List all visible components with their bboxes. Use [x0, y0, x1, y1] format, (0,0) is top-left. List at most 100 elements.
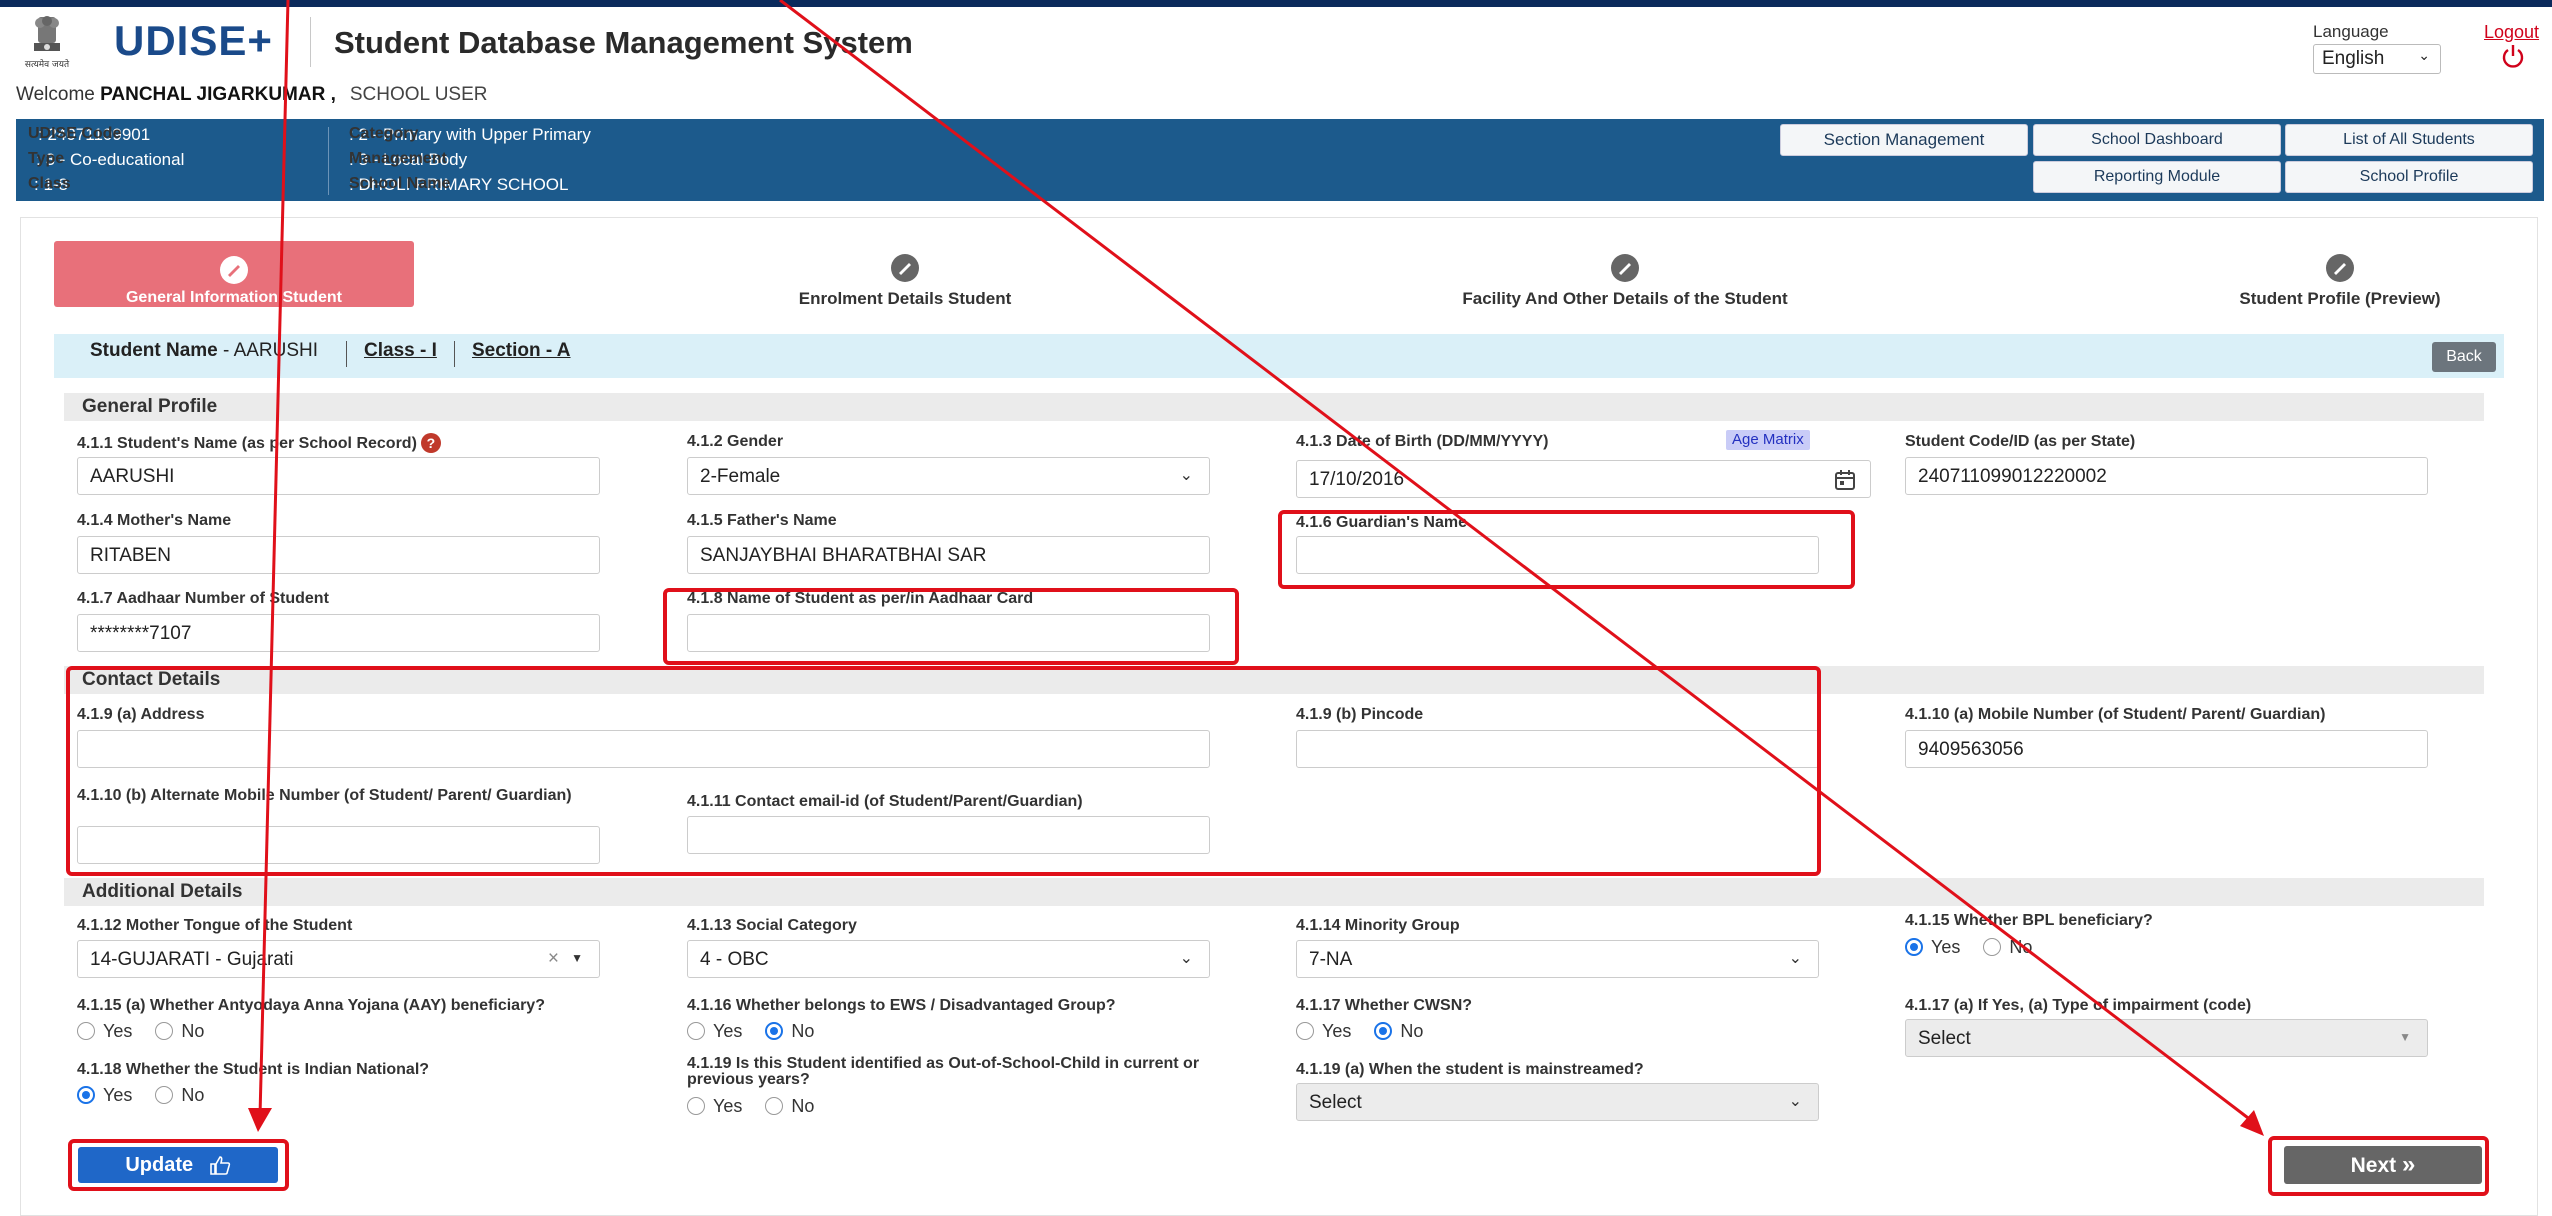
father-name-field[interactable]: SANJAYBHAI BHARATBHAI SAR: [687, 536, 1210, 574]
udise-code-row: UDISE Code : 24071109901: [28, 125, 151, 144]
language-select[interactable]: English ⌄: [2313, 44, 2441, 74]
student-name-summary: Student Name - AARUSHI: [90, 340, 319, 361]
annotation-box-update: [68, 1139, 289, 1191]
reporting-module-button[interactable]: Reporting Module: [2033, 161, 2281, 193]
management-row: Management: 3 - Local Body: [349, 150, 468, 169]
type-row: Type : 3 - Co-educational: [28, 150, 185, 169]
age-matrix-badge[interactable]: Age Matrix: [1726, 430, 1810, 450]
app-title: Student Database Management System: [334, 25, 913, 60]
udise-logo: UDISE+: [114, 17, 273, 64]
help-icon[interactable]: ?: [420, 433, 441, 453]
impairment-select[interactable]: Select ▼: [1905, 1019, 2428, 1057]
student-name-field[interactable]: AARUSHI: [77, 457, 600, 495]
back-button[interactable]: Back: [2432, 342, 2496, 372]
section-management-button[interactable]: Section Management: [1780, 124, 2028, 156]
indian-national-radio-group: Yes No: [77, 1085, 222, 1106]
cwsn-no-radio[interactable]: No: [1374, 1021, 1423, 1042]
cwsn-yes-radio[interactable]: Yes: [1296, 1021, 1351, 1042]
annotation-box-guardian: [1278, 510, 1855, 589]
radio-icon: [765, 1097, 784, 1115]
clear-icon[interactable]: ×: [548, 948, 559, 970]
top-strip: [0, 0, 2552, 7]
section-link[interactable]: Section - A: [472, 340, 571, 362]
dob-label: 4.1.3 Date of Birth (DD/MM/YYYY): [1296, 433, 1549, 450]
radio-icon: [687, 1097, 705, 1115]
bpl-yes-radio[interactable]: Yes: [1905, 937, 1960, 958]
mother-tongue-label: 4.1.12 Mother Tongue of the Student: [77, 917, 353, 934]
step-facility-details[interactable]: Facility And Other Details of the Studen…: [1440, 253, 1810, 309]
mother-name-field[interactable]: RITABEN: [77, 536, 600, 574]
category-row: Category: 2 - Primary with Upper Primary: [349, 125, 591, 144]
radio-icon: [1296, 1022, 1314, 1040]
class-link[interactable]: Class - I: [364, 340, 437, 362]
gender-select[interactable]: 2-Female ⌄: [687, 457, 1210, 495]
additional-details-header: Additional Details: [64, 878, 2484, 906]
aay-radio-group: Yes No: [77, 1021, 222, 1042]
app-header: सत्यमेव जयते UDISE+ Student Database Man…: [0, 7, 2552, 75]
step-general-information[interactable]: General Information Student: [54, 241, 414, 307]
student-name-label: 4.1.1 Student's Name (as per School Reco…: [77, 433, 441, 453]
welcome-line: Welcome PANCHAL JIGARKUMAR , SCHOOL USER: [16, 84, 488, 105]
chevron-down-icon: ⌄: [1788, 1093, 1802, 1110]
bpl-label: 4.1.15 Whether BPL beneficiary?: [1905, 912, 2153, 929]
chevron-down-icon: ⌄: [2418, 47, 2430, 63]
chevron-down-icon: ⌄: [1179, 950, 1193, 967]
edit-icon: [891, 254, 919, 282]
oosc-label: 4.1.19 Is this Student identified as Out…: [687, 1055, 1200, 1088]
indian-national-label: 4.1.18 Whether the Student is Indian Nat…: [77, 1061, 430, 1078]
school-name-row: School Name: DHOLI PRIMARY SCHOOL: [349, 175, 569, 194]
mobile-field[interactable]: 9409563056: [1905, 730, 2428, 768]
divider: [346, 341, 347, 367]
dob-field[interactable]: 17/10/2016: [1296, 460, 1871, 498]
radio-icon: [155, 1022, 174, 1040]
general-profile-header: General Profile: [64, 393, 2484, 421]
aadhaar-number-field[interactable]: ********7107: [77, 614, 600, 652]
cwsn-label: 4.1.17 Whether CWSN?: [1296, 997, 1473, 1014]
step-enrolment-details[interactable]: Enrolment Details Student: [780, 253, 1030, 309]
mother-tongue-select[interactable]: 14-GUJARATI - Gujarati × ▼: [77, 940, 600, 978]
indian-national-no-radio[interactable]: No: [155, 1085, 204, 1106]
ews-no-radio[interactable]: No: [765, 1021, 814, 1042]
caret-down-icon: ▼: [2399, 1030, 2411, 1044]
oosc-no-radio[interactable]: No: [765, 1096, 814, 1117]
aadhaar-number-label: 4.1.7 Aadhaar Number of Student: [77, 590, 329, 607]
father-name-label: 4.1.5 Father's Name: [687, 512, 837, 529]
power-icon[interactable]: [2500, 43, 2526, 69]
logout-link[interactable]: Logout: [2484, 22, 2539, 43]
mother-name-label: 4.1.4 Mother's Name: [77, 512, 232, 529]
national-emblem-icon: सत्यमेव जयते: [25, 16, 70, 70]
minority-group-label: 4.1.14 Minority Group: [1296, 917, 1460, 934]
oosc-yes-radio[interactable]: Yes: [687, 1096, 742, 1117]
edit-icon: [1611, 254, 1639, 282]
ews-label: 4.1.16 Whether belongs to EWS / Disadvan…: [687, 997, 1116, 1014]
divider: [454, 341, 455, 367]
minority-group-select[interactable]: 7-NA ⌄: [1296, 940, 1819, 978]
aay-no-radio[interactable]: No: [155, 1021, 204, 1042]
class-row: Class : 1-8: [28, 175, 71, 194]
bpl-no-radio[interactable]: No: [1983, 937, 2032, 958]
svg-text:सत्यमेव जयते: सत्यमेव जयते: [25, 58, 70, 70]
mobile-label: 4.1.10 (a) Mobile Number (of Student/ Pa…: [1905, 706, 2326, 723]
indian-national-yes-radio[interactable]: Yes: [77, 1085, 132, 1106]
radio-icon: [1374, 1022, 1393, 1040]
header-divider: [310, 17, 311, 67]
edit-icon: [220, 256, 248, 284]
social-category-select[interactable]: 4 - OBC ⌄: [687, 940, 1210, 978]
ews-yes-radio[interactable]: Yes: [687, 1021, 742, 1042]
annotation-box-next: [2268, 1136, 2489, 1196]
calendar-icon[interactable]: [1834, 469, 1856, 491]
mainstreamed-label: 4.1.19 (a) When the student is mainstrea…: [1296, 1061, 1644, 1078]
oosc-radio-group: Yes No: [687, 1096, 832, 1117]
school-dashboard-button[interactable]: School Dashboard: [2033, 124, 2281, 156]
chevron-down-icon: ⌄: [1788, 950, 1802, 967]
student-code-field[interactable]: 240711099012220002: [1905, 457, 2428, 495]
step-student-profile-preview[interactable]: Student Profile (Preview): [2225, 253, 2455, 309]
edit-icon: [2326, 254, 2354, 282]
radio-icon: [155, 1086, 174, 1104]
aay-yes-radio[interactable]: Yes: [77, 1021, 132, 1042]
chevron-down-icon: ⌄: [1179, 467, 1193, 484]
list-all-students-button[interactable]: List of All Students: [2285, 124, 2533, 156]
mainstreamed-select[interactable]: Select ⌄: [1296, 1083, 1819, 1121]
cwsn-radio-group: Yes No: [1296, 1021, 1441, 1042]
school-profile-button[interactable]: School Profile: [2285, 161, 2533, 193]
